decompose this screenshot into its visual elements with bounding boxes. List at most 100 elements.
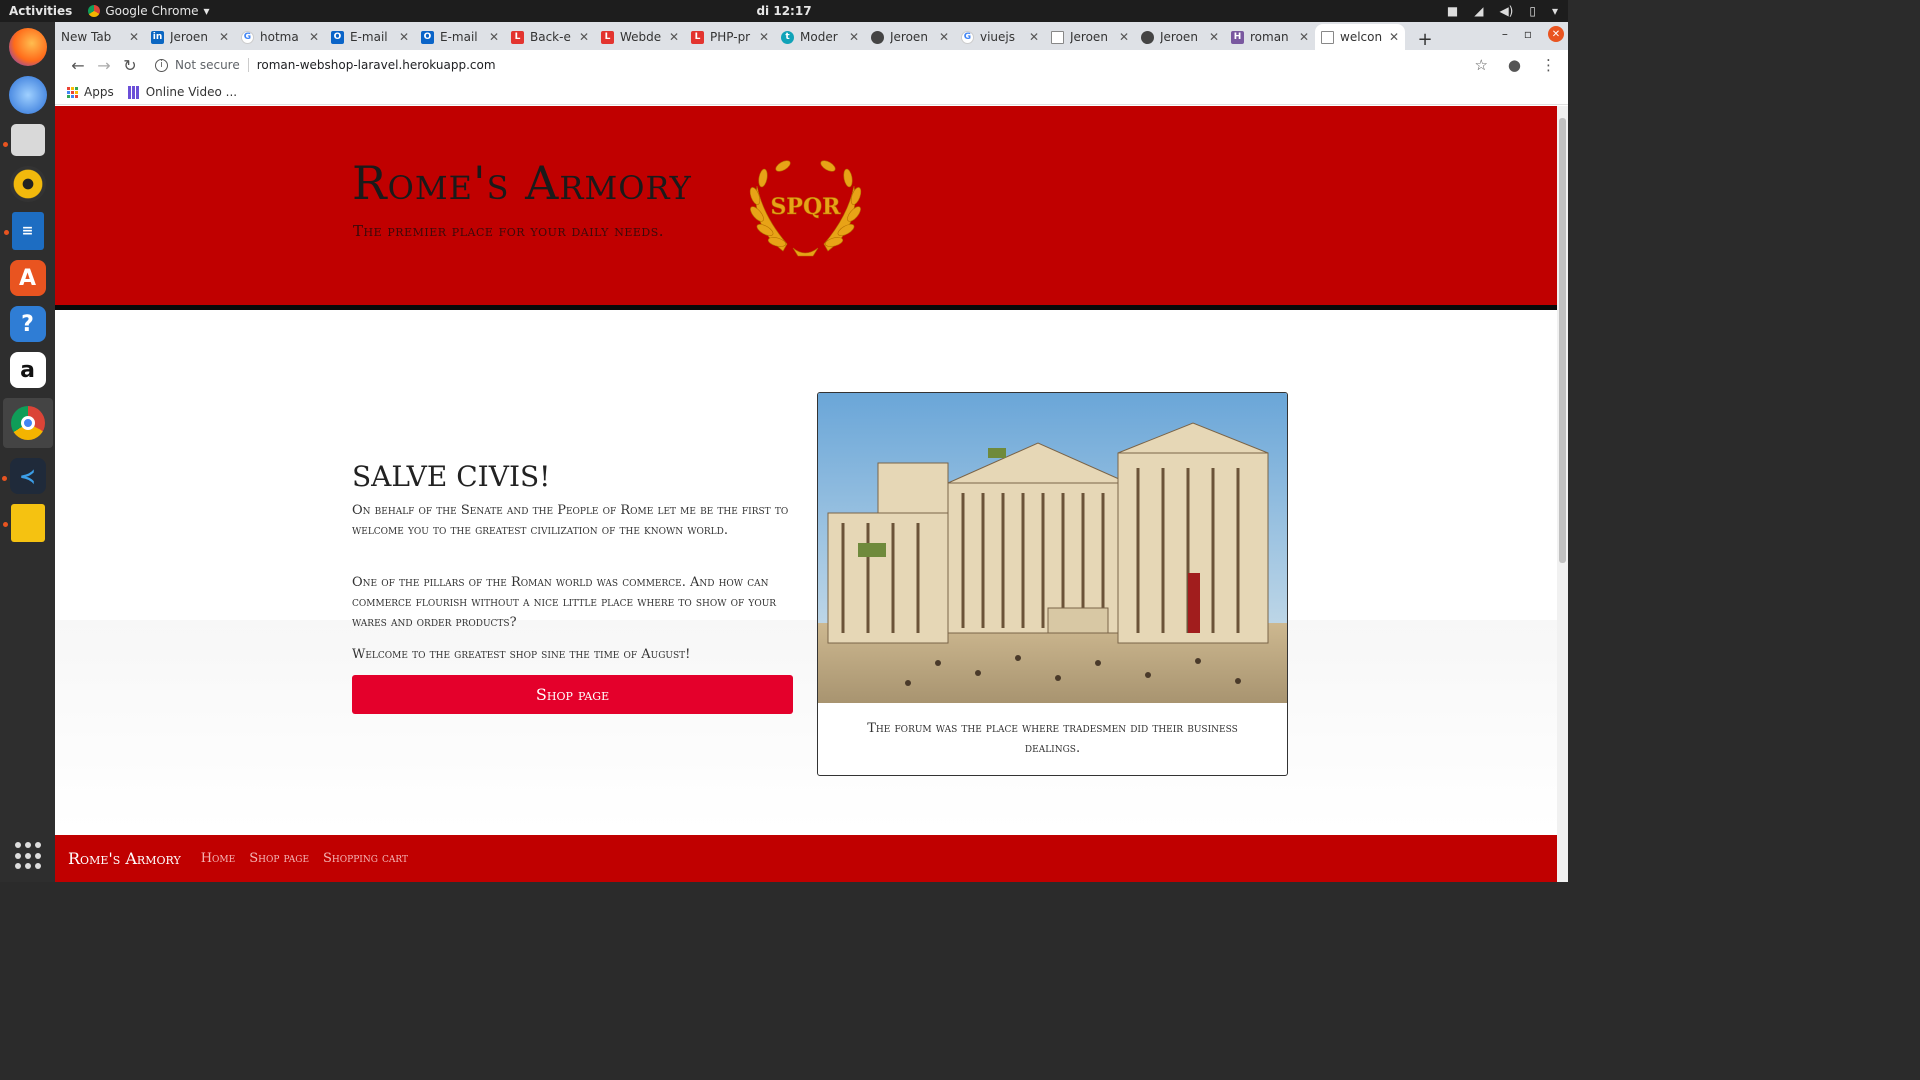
close-tab-icon[interactable]: ✕ [219,30,229,44]
footer-brand[interactable]: Rome's Armory [68,849,181,868]
github-icon [1141,30,1154,44]
system-tray[interactable]: ■ ◢ ◀) ▯ ▾ [1447,4,1558,18]
bookmark-star-icon[interactable]: ☆ [1474,56,1487,74]
tab[interactable]: O E-mail ✕ [325,24,415,50]
app-menu[interactable]: Google Chrome ▾ [88,4,210,18]
files-dock-icon[interactable] [2,124,45,156]
outlook-icon: O [331,30,344,44]
tab[interactable]: L Webde ✕ [595,24,685,50]
commerce-paragraph: One of the pillars of the Roman world wa… [352,575,777,630]
maximize-icon[interactable]: ▫ [1524,27,1532,41]
laravel-icon: L [511,30,524,44]
bookmark-online-video[interactable]: Online Video ... [127,85,237,99]
web-page: Rome's Armory The premier place for your… [55,106,1557,882]
close-tab-icon[interactable]: ✕ [849,30,859,44]
close-tab-icon[interactable]: ✕ [669,30,679,44]
close-tab-icon[interactable]: ✕ [759,30,769,44]
site-title: Rome's Armory [352,156,692,210]
bookmarks-bar: Apps Online Video ... [55,80,1568,105]
minimize-icon[interactable]: – [1502,27,1508,41]
vscode-dock-icon[interactable]: ≺ [1,458,46,494]
greeting-heading: SALVE CIVIS! [352,460,551,493]
amazon-dock-icon[interactable]: a [9,352,46,388]
close-tab-icon[interactable]: ✕ [1389,30,1399,44]
tab-active[interactable]: welcon ✕ [1315,24,1405,50]
chrome-small-icon [88,5,101,17]
clock[interactable]: di 12:17 [756,4,811,18]
tab[interactable]: in Jeroen ✕ [145,24,235,50]
tab-label: Webde [620,30,662,44]
close-tab-icon[interactable]: ✕ [309,30,319,44]
close-tab-icon[interactable]: ✕ [129,30,139,44]
tab[interactable]: Hroman ✕ [1225,24,1315,50]
software-center-dock-icon[interactable]: A [9,260,46,296]
browser-toolbar: ← → ↻ i Not secure roman-webshop-laravel… [55,50,1568,80]
close-tab-icon[interactable]: ✕ [1029,30,1039,44]
page-scrollbar[interactable] [1557,106,1568,882]
page-icon [1321,30,1334,44]
rhythmbox-dock-icon[interactable] [9,166,46,202]
system-menu-caret-icon: ▾ [1551,4,1558,18]
tab[interactable]: O E-mail ✕ [415,24,505,50]
address-bar[interactable]: i Not secure roman-webshop-laravel.herok… [155,58,1474,72]
tab[interactable]: New Tab ✕ [55,24,145,50]
tab[interactable]: L Back-e ✕ [505,24,595,50]
image-viewer-dock-icon[interactable] [2,504,45,542]
thunderbird-dock-icon[interactable] [8,76,47,114]
tab[interactable]: Jeroen ✕ [1045,24,1135,50]
bookmark-apps[interactable]: Apps [67,85,114,99]
close-tab-icon[interactable]: ✕ [399,30,409,44]
image-caption: The forum was the place where tradesmen … [867,721,1238,756]
tab[interactable]: L PHP-pr ✕ [685,24,775,50]
close-tab-icon[interactable]: ✕ [1119,30,1129,44]
firefox-dock-icon[interactable] [8,28,47,66]
close-tab-icon[interactable]: ✕ [1299,30,1309,44]
close-tab-icon[interactable]: ✕ [579,30,589,44]
info-icon[interactable]: i [155,58,168,72]
tab[interactable]: Jeroen ✕ [1135,24,1225,50]
show-applications-icon[interactable] [14,842,42,870]
tab-label: Jeroen [1160,30,1198,44]
back-icon[interactable]: ← [65,56,91,75]
profile-icon[interactable]: ● [1508,56,1521,74]
close-tab-icon[interactable]: ✕ [489,30,499,44]
hero-banner: Rome's Armory The premier place for your… [55,106,1557,310]
toolbar-actions: ☆ ● ⋮ [1474,56,1568,74]
spqr-laurel-emblem: SPQR [749,160,862,257]
shop-page-button[interactable]: Shop page [352,675,793,714]
chrome-dock-icon[interactable] [2,398,53,448]
writer-dock-icon[interactable]: ≡ [3,212,44,250]
app-menu-label: Google Chrome [105,4,199,18]
forward-icon[interactable]: → [91,56,117,75]
close-tab-icon[interactable]: ✕ [939,30,949,44]
intro-paragraph: On behalf of the Senate and the People o… [352,503,789,538]
security-label: Not secure [175,58,249,72]
reload-icon[interactable]: ↻ [117,56,143,75]
footer-link-shop-page[interactable]: Shop page [249,851,309,866]
tab[interactable]: Gviuejs ✕ [955,24,1045,50]
close-tab-icon[interactable]: ✕ [1209,30,1219,44]
url-text[interactable]: roman-webshop-laravel.herokuapp.com [257,58,496,72]
teal-t-icon: t [781,30,794,44]
laravel-icon: L [601,30,614,44]
tab[interactable]: t Moder ✕ [775,24,865,50]
footer-link-shopping-cart[interactable]: Shopping cart [323,851,408,866]
tab[interactable]: Jeroen ✕ [865,24,955,50]
footer-link-home[interactable]: Home [201,851,236,866]
roman-forum-painting [818,393,1287,703]
site-tagline: The premier place for your daily needs. [353,222,665,240]
footer-navbar: Rome's Armory Home Shop page Shopping ca… [55,835,1557,882]
forum-image-card: The forum was the place where tradesmen … [817,392,1288,776]
scrollbar-thumb[interactable] [1559,118,1566,563]
tab-label: Moder [800,30,838,44]
menu-dots-icon[interactable]: ⋮ [1541,56,1556,74]
new-tab-button[interactable]: + [1411,29,1439,50]
battery-icon: ▯ [1529,4,1536,18]
help-dock-icon[interactable]: ? [9,306,46,342]
tab[interactable]: Ghotma ✕ [235,24,325,50]
emblem-text: SPQR [771,194,842,220]
dock: ≡ A ? a ≺ [0,22,55,882]
activities-button[interactable]: Activities [0,4,72,18]
close-window-icon[interactable]: ✕ [1548,26,1564,42]
wifi-icon: ◢ [1474,4,1484,18]
